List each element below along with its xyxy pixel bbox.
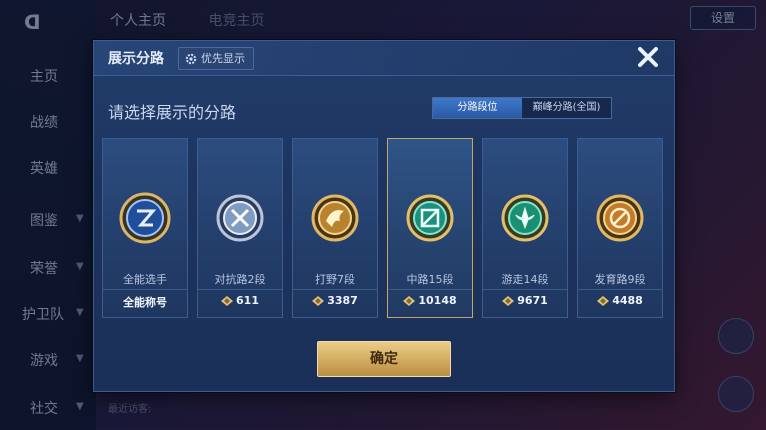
points-icon <box>403 295 416 306</box>
lane-card-mid[interactable]: 中路15段 10148 <box>387 138 473 318</box>
lane-display-dialog: 展示分路 优先显示 请选择展示的分路 分路段位 巅峰分路(全国) 全能选手 全能 <box>93 40 675 392</box>
confirm-button[interactable]: 确定 <box>317 341 451 377</box>
lane-points: 4488 <box>578 294 662 307</box>
lane-card-jungle[interactable]: 打野7段 3387 <box>292 138 378 318</box>
points-icon <box>312 295 325 306</box>
close-icon[interactable] <box>634 43 662 71</box>
card-divider <box>483 289 567 290</box>
lane-card-all-round[interactable]: 全能选手 全能称号 <box>102 138 188 318</box>
roam-emblem-icon <box>501 194 549 242</box>
dialog-subtitle: 请选择展示的分路 <box>108 103 237 122</box>
lane-card-clash[interactable]: 对抗路2段 611 <box>197 138 283 318</box>
dialog-header: 展示分路 优先显示 <box>94 41 674 76</box>
lane-points: 10148 <box>388 294 472 307</box>
lane-name: 发育路9段 <box>594 273 646 286</box>
lane-name: 中路15段 <box>406 273 454 286</box>
points-value: 10148 <box>418 294 457 307</box>
gear-icon <box>185 53 197 64</box>
lane-name: 游走14段 <box>501 273 549 286</box>
points-icon <box>221 295 234 306</box>
points-value: 9671 <box>517 294 548 307</box>
all-round-emblem-icon <box>119 192 171 244</box>
points-icon <box>597 295 610 306</box>
mid-lane-emblem-icon <box>406 194 454 242</box>
card-divider <box>578 289 662 290</box>
points-value: 3387 <box>327 294 358 307</box>
points-icon <box>502 295 515 306</box>
tab-lane-rank[interactable]: 分路段位 <box>433 98 522 118</box>
card-divider <box>293 289 377 290</box>
lane-points: 9671 <box>483 294 567 307</box>
dialog-title: 展示分路 <box>108 51 164 67</box>
points-value: 4488 <box>612 294 643 307</box>
card-divider <box>198 289 282 290</box>
lane-points: 3387 <box>293 294 377 307</box>
lane-card-farm[interactable]: 发育路9段 4488 <box>577 138 663 318</box>
jungle-emblem-icon <box>311 194 359 242</box>
card-divider <box>388 289 472 290</box>
card-divider <box>103 289 187 290</box>
farm-lane-emblem-icon <box>596 194 644 242</box>
lane-card-roam[interactable]: 游走14段 9671 <box>482 138 568 318</box>
points-value: 611 <box>236 294 259 307</box>
all-round-title: 全能称号 <box>123 296 167 309</box>
lane-name: 对抗路2段 <box>214 273 266 286</box>
clash-lane-emblem-icon <box>216 194 264 242</box>
priority-display-button[interactable]: 优先显示 <box>178 47 254 70</box>
lane-name: 打野7段 <box>315 273 355 286</box>
lane-title-text: 全能称号 <box>103 294 187 310</box>
lane-card-list: 全能选手 全能称号 对抗路2段 611 打野7段 3387 中路15段 1014… <box>102 138 666 320</box>
tab-peak-lane[interactable]: 巅峰分路(全国) <box>522 98 611 118</box>
lane-name: 全能选手 <box>123 273 167 286</box>
segment-control: 分路段位 巅峰分路(全国) <box>432 97 612 119</box>
lane-points: 611 <box>198 294 282 307</box>
priority-display-label: 优先显示 <box>201 52 245 65</box>
